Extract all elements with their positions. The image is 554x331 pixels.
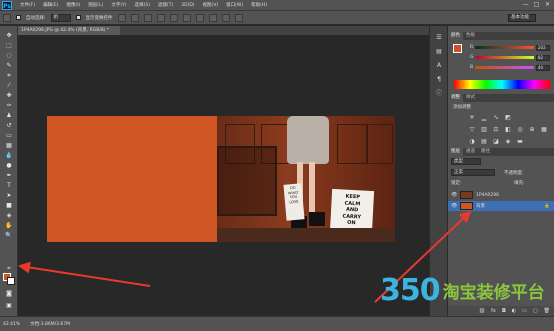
watermark-text: 淘宝装修平台: [442, 282, 545, 303]
watermark-number: 350: [380, 272, 441, 308]
watermark-logo: 350 淘宝装修平台: [380, 265, 550, 315]
arrow-to-foreground-swatch: [18, 261, 151, 287]
